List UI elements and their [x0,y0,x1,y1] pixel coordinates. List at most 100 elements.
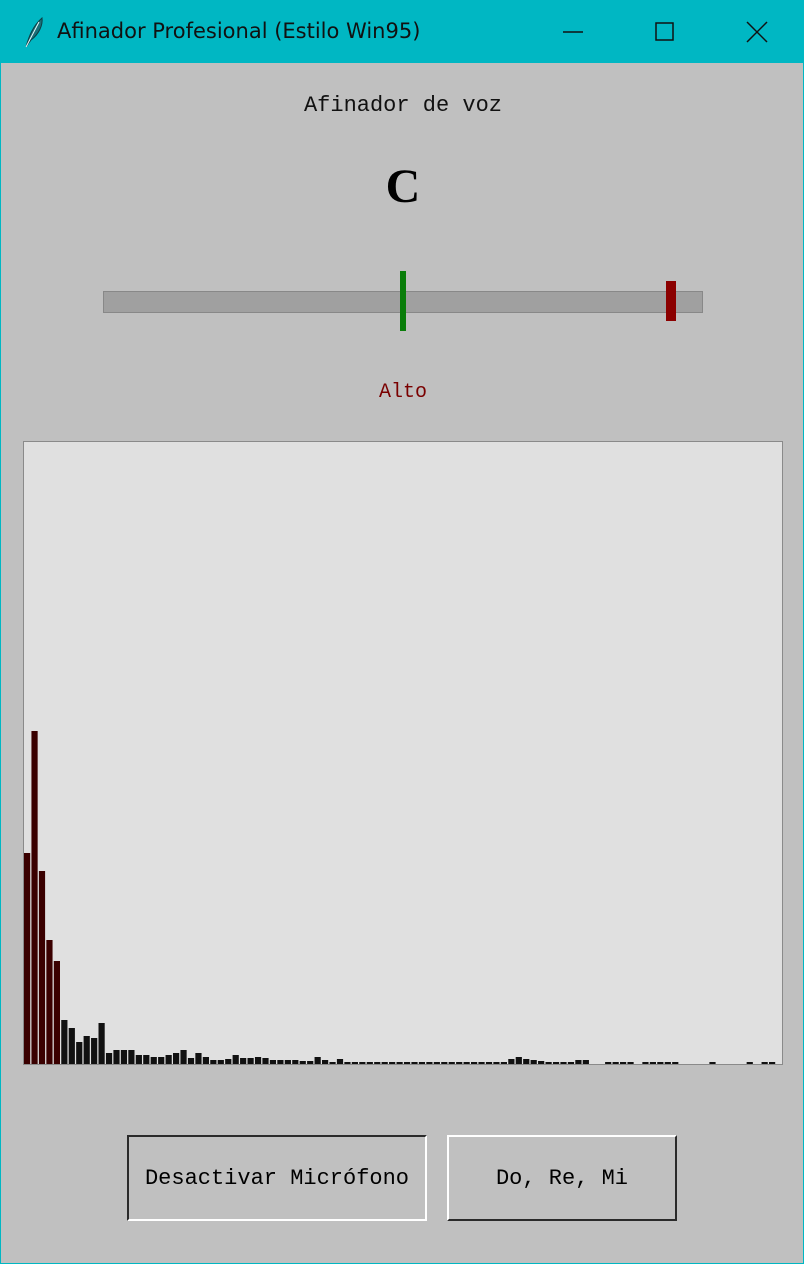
close-icon [746,21,768,43]
spectrum-canvas [23,441,783,1065]
spectrum-bar [31,731,38,1064]
spectrum-bar [582,1060,589,1064]
spectrum-bar [359,1062,366,1064]
spectrum-bar [746,1062,753,1064]
spectrum-bar [418,1062,426,1064]
tuning-status: Alto [378,381,427,404]
spectrum-bar [269,1060,277,1064]
spectrum-bar [91,1038,98,1064]
spectrum-bar [307,1061,314,1064]
spectrum-bar [329,1062,336,1064]
spectrum-bar [649,1062,656,1064]
spectrum-bar [262,1058,269,1064]
spectrum-bar [53,961,60,1064]
spectrum-bar [657,1062,664,1064]
maximize-icon [655,22,674,41]
spectrum-bar [411,1062,418,1064]
do-re-mi-button[interactable]: Do, Re, Mi [447,1135,677,1221]
spectrum-bar [173,1053,180,1064]
spectrum-bar [620,1062,627,1064]
spectrum-bar [314,1057,321,1064]
spectrum-bar [560,1062,567,1064]
spectrum-bar [105,1053,113,1064]
spectrum-bar [403,1062,411,1064]
spectrum-bar [135,1055,142,1064]
spectrum-bar [485,1062,493,1064]
spectrum-bar [441,1062,448,1064]
spectrum-bar [46,940,53,1064]
spectrum-bar [664,1062,671,1064]
tuner-window: Afinador Profesional (Estilo Win95) Afin… [0,0,804,1264]
spectrum-bar [195,1053,202,1064]
spectrum-bar [567,1062,575,1064]
spectrum-bar [672,1062,679,1064]
spectrum-bar [381,1062,388,1064]
spectrum-bar [538,1061,545,1064]
spectrum-bar [217,1060,224,1064]
spectrum-bar [500,1062,507,1064]
close-button[interactable] [711,1,803,63]
spectrum-bar [769,1062,776,1064]
detected-note: C [385,160,421,213]
spectrum-bar [120,1050,128,1064]
spectrum-bar [463,1062,470,1064]
spectrum-bar [165,1055,172,1064]
spectrum-bar [76,1042,83,1064]
spectrum-bar [478,1062,485,1064]
spectrum-bar [515,1057,522,1064]
title-bar[interactable]: Afinador Profesional (Estilo Win95) [1,1,803,63]
spectrum-bar [240,1058,247,1064]
spectrum-bar [299,1061,306,1064]
spectrum-bar [210,1060,217,1064]
tuning-pointer [666,281,676,321]
spectrum-bar [351,1062,358,1064]
spectrum-bar [612,1062,619,1064]
minimize-button[interactable] [527,1,619,63]
spectrum-bar [187,1058,195,1064]
toggle-microphone-button[interactable]: Desactivar Micrófono [127,1135,427,1221]
spectrum-bar [396,1062,403,1064]
tuning-center-marker [400,271,406,331]
spectrum-bar [180,1050,187,1064]
spectrum-bar [709,1062,716,1064]
spectrum-bar [158,1057,165,1064]
spectrum-bar [433,1062,440,1064]
spectrum-bar [374,1062,381,1064]
spectrum-bar [322,1060,329,1064]
spectrum-bar [389,1062,396,1064]
spectrum-bar [232,1055,239,1064]
spectrum-bar [68,1028,75,1064]
spectrum-bar [24,853,31,1064]
spectrum-bar [530,1060,537,1064]
header-label: Afinador de voz [303,93,503,118]
spectrum-bar [254,1057,262,1064]
spectrum-bar [344,1062,351,1064]
spectrum-bar [284,1060,291,1064]
spectrum-bar [150,1057,157,1064]
spectrum-bar [366,1062,373,1064]
spectrum-bar [552,1062,560,1064]
spectrum-bar [83,1036,90,1064]
spectrum-bar [225,1059,232,1064]
spectrum-bar [426,1062,433,1064]
spectrum-bar [128,1050,135,1064]
maximize-button[interactable] [619,1,711,63]
spectrum-bar [336,1059,344,1064]
spectrum-bar [508,1059,515,1064]
spectrum-bar [545,1062,552,1064]
spectrum-bar [605,1062,612,1064]
spectrum-bar [627,1062,634,1064]
spectrum-bar [143,1055,150,1064]
spectrum-bar [61,1020,68,1064]
minimize-icon [563,31,583,33]
spectrum-bar [642,1062,649,1064]
spectrum-bar [761,1062,768,1064]
feather-icon [23,16,45,48]
spectrum-bar [277,1060,284,1064]
spectrum-bar [493,1062,500,1064]
spectrum-bar [456,1062,463,1064]
spectrum-bar [471,1062,478,1064]
spectrum-bar [292,1060,299,1064]
window-title: Afinador Profesional (Estilo Win95) [57,19,421,43]
spectrum-bar [113,1050,120,1064]
